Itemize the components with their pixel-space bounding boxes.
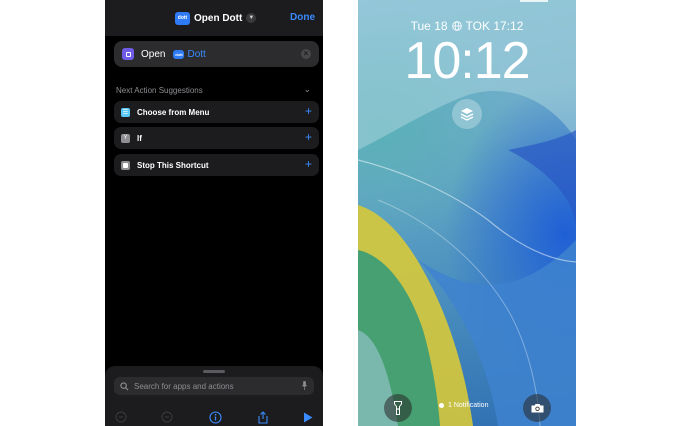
suggestion-stop-this-shortcut[interactable]: Stop This Shortcut + (114, 154, 319, 176)
flashlight-icon (394, 401, 402, 415)
action-verb: Open (141, 48, 166, 60)
shortcuts-editor-screen: dott Open Dott ▼ Done Open dott Dott × N… (105, 0, 323, 426)
shortcut-title: Open Dott (194, 12, 243, 24)
dott-app-icon: dott (173, 49, 185, 59)
play-icon[interactable] (301, 410, 315, 424)
status-indicator (520, 0, 548, 2)
suggestions-header: Next Action Suggestions (116, 86, 203, 95)
search-icon (120, 381, 129, 390)
search-bar[interactable] (114, 377, 314, 395)
open-app-action[interactable]: Open dott Dott × (114, 41, 319, 67)
add-icon[interactable]: + (305, 157, 312, 171)
notification-summary[interactable]: 1 Notification (439, 402, 488, 409)
lock-time: 10:12 (404, 32, 530, 90)
add-icon[interactable]: + (305, 130, 312, 144)
search-input[interactable] (134, 381, 294, 391)
suggestion-label: If (137, 133, 142, 143)
app-parameter-label: Dott (187, 48, 206, 60)
notification-count: 1 Notification (448, 402, 489, 409)
collapse-suggestions-icon[interactable]: ⌄ (303, 84, 311, 95)
camera-icon (531, 404, 543, 413)
app-parameter[interactable]: dott Dott (173, 48, 206, 60)
flashlight-button[interactable] (384, 394, 412, 422)
branch-icon: Y (121, 133, 130, 143)
dott-app-icon: dott (175, 11, 190, 25)
editor-toolbar (105, 408, 323, 426)
microphone-icon[interactable] (300, 381, 309, 390)
suggestion-if[interactable]: Y If + (114, 127, 319, 149)
camera-button[interactable] (523, 394, 551, 422)
nav-bar: dott Open Dott ▼ Done (105, 0, 323, 36)
remove-action-icon[interactable]: × (301, 49, 311, 59)
suggestion-label: Choose from Menu (137, 107, 210, 117)
done-button[interactable]: Done (290, 12, 315, 23)
sheet-grabber[interactable] (203, 370, 225, 373)
undo-icon[interactable] (114, 410, 128, 424)
redo-icon[interactable] (160, 410, 174, 424)
stop-icon (121, 160, 130, 170)
info-icon[interactable] (208, 410, 222, 424)
add-icon[interactable]: + (305, 104, 312, 118)
share-icon[interactable] (256, 410, 270, 424)
menu-icon: ☰ (121, 107, 130, 117)
stack-icon (460, 108, 474, 121)
action-search-sheet (105, 366, 323, 426)
suggestion-label: Stop This Shortcut (137, 160, 209, 170)
lock-screen: Tue 18 TOK 17:12 10:12 1 Notification (358, 0, 576, 426)
chevron-down-icon: ▼ (246, 13, 257, 23)
open-app-icon (122, 48, 134, 60)
globe-icon (451, 21, 462, 31)
shortcut-title-button[interactable]: dott Open Dott ▼ (175, 10, 257, 26)
suggestion-choose-from-menu[interactable]: ☰ Choose from Menu + (114, 101, 319, 123)
widget-circle[interactable] (452, 99, 482, 129)
notification-dot (439, 403, 444, 408)
